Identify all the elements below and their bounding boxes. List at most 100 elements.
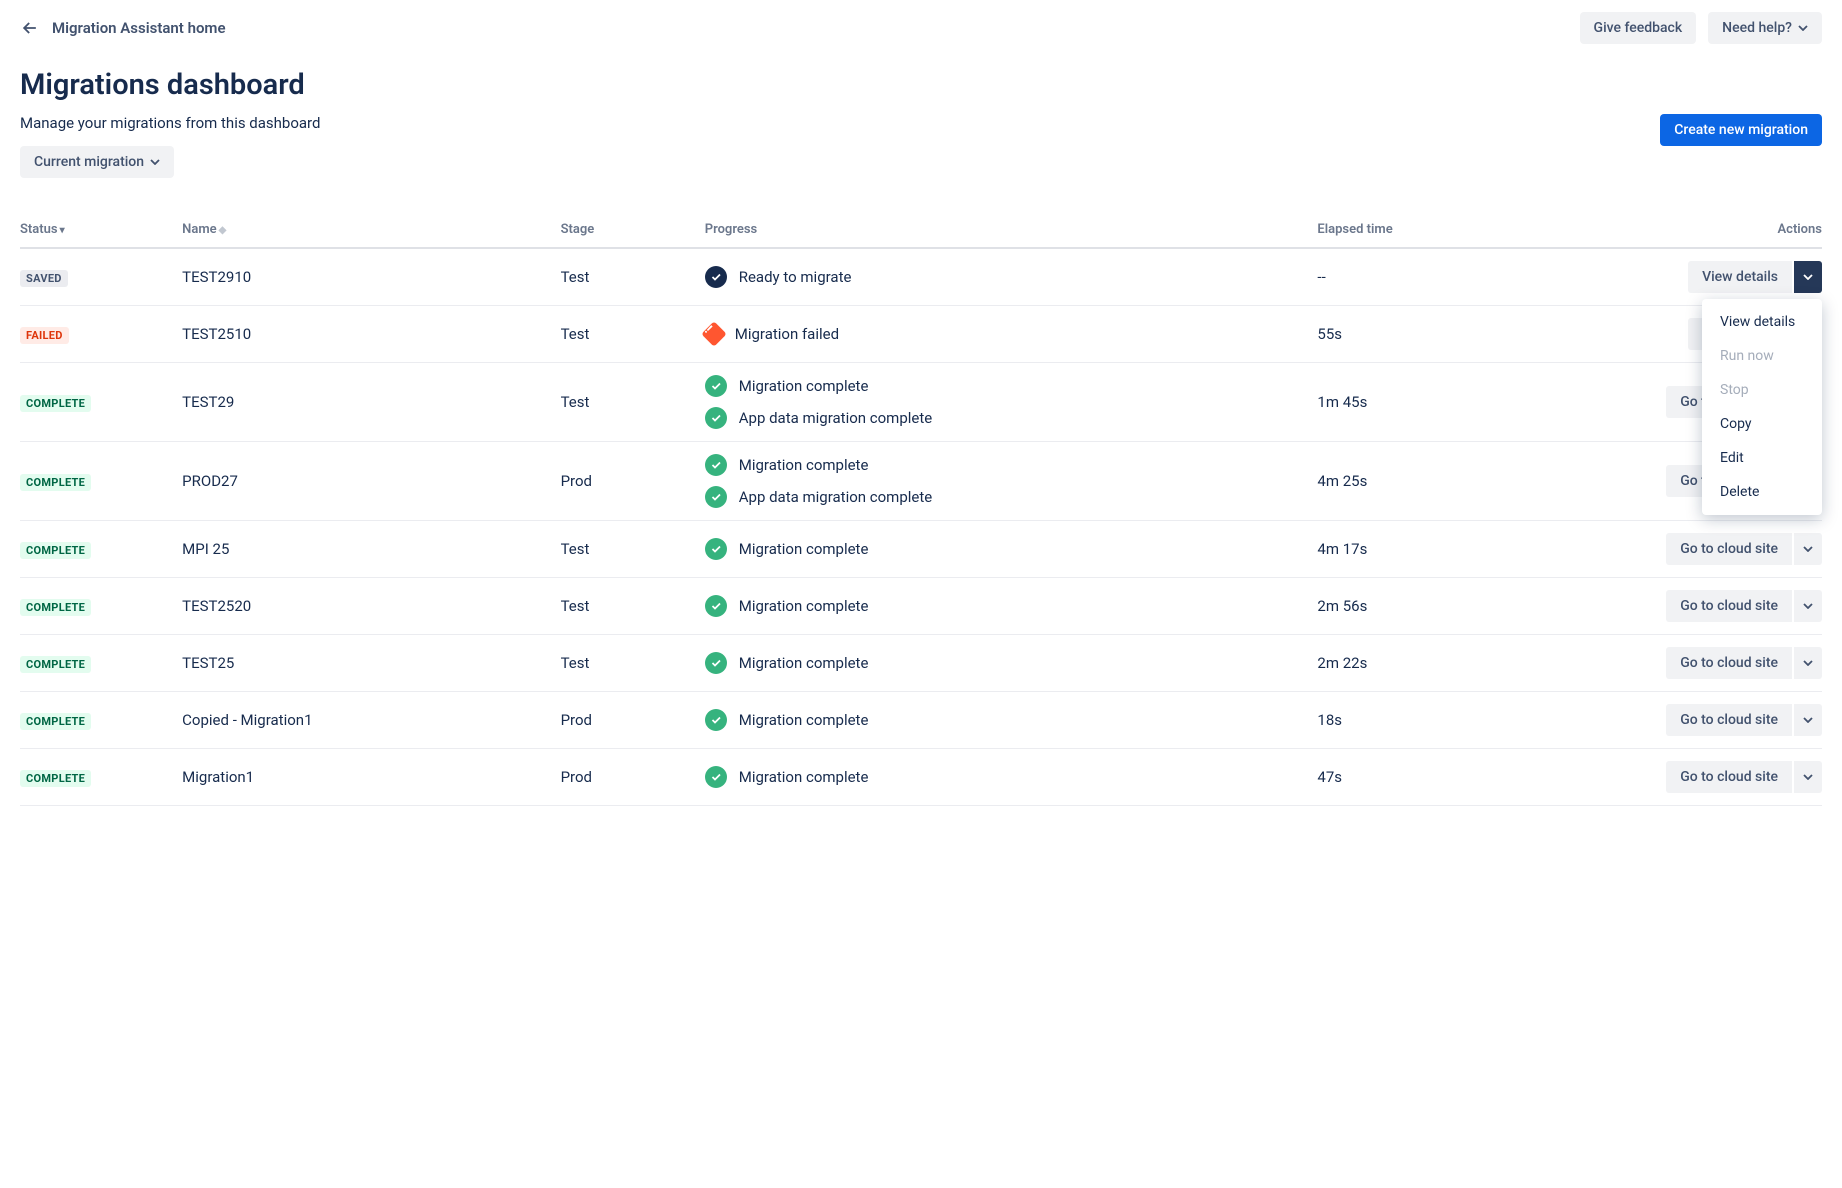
- progress-text: Migration complete: [739, 711, 869, 729]
- row-action-dropdown[interactable]: [1794, 647, 1822, 679]
- row-action-dropdown[interactable]: [1794, 261, 1822, 293]
- migration-name: TEST2910: [182, 248, 560, 306]
- row-action-dropdown[interactable]: [1794, 590, 1822, 622]
- progress-item: Migration complete: [705, 652, 1310, 674]
- migration-stage: Test: [561, 521, 705, 578]
- chevron-down-icon: [1803, 274, 1813, 280]
- progress-text: Migration complete: [739, 540, 869, 558]
- current-migration-filter[interactable]: Current migration: [20, 146, 174, 178]
- success-icon: [705, 595, 727, 617]
- elapsed-time: 55s: [1317, 306, 1551, 363]
- need-help-button[interactable]: Need help?: [1708, 12, 1822, 44]
- column-header-progress[interactable]: Progress: [705, 214, 1318, 248]
- elapsed-time: 47s: [1317, 749, 1551, 806]
- progress-item: Migration complete: [705, 709, 1310, 731]
- breadcrumb[interactable]: Migration Assistant home: [20, 18, 226, 38]
- ready-icon: [705, 266, 727, 288]
- progress-text: Migration complete: [739, 768, 869, 786]
- column-header-status[interactable]: Status▾: [20, 214, 182, 248]
- success-icon: [705, 375, 727, 397]
- actions-group: Go to cloud site: [1666, 704, 1822, 736]
- migration-name: TEST2520: [182, 578, 560, 635]
- progress-item: Migration complete: [705, 538, 1310, 560]
- row-action-button[interactable]: Go to cloud site: [1666, 590, 1792, 622]
- chevron-down-icon: [1803, 774, 1813, 780]
- migration-stage: Test: [561, 363, 705, 442]
- progress-text: App data migration complete: [739, 488, 933, 506]
- migration-name: Copied - Migration1: [182, 692, 560, 749]
- status-badge: COMPLETE: [20, 713, 91, 730]
- success-icon: [705, 766, 727, 788]
- header-actions: Give feedback Need help?: [1580, 12, 1822, 44]
- status-badge: SAVED: [20, 270, 68, 287]
- migration-stage: Prod: [561, 749, 705, 806]
- success-icon: [705, 407, 727, 429]
- progress-text: Migration complete: [739, 456, 869, 474]
- table-row: COMPLETE TEST29Test Migration complete App …: [20, 363, 1822, 442]
- row-action-dropdown[interactable]: [1794, 761, 1822, 793]
- actions-dropdown-menu: View detailsRun nowStopCopyEditDelete: [1702, 299, 1822, 515]
- dropdown-item-edit[interactable]: Edit: [1702, 441, 1822, 475]
- progress-item: Migration complete: [705, 454, 1310, 476]
- chevron-down-icon: [1803, 717, 1813, 723]
- create-new-migration-button[interactable]: Create new migration: [1660, 114, 1822, 146]
- progress-text: Migration failed: [735, 325, 839, 343]
- fail-icon: !: [701, 321, 726, 346]
- success-icon: [705, 486, 727, 508]
- table-row: COMPLETECopied - Migration1ProdMigration…: [20, 692, 1822, 749]
- migration-name: TEST25: [182, 635, 560, 692]
- column-header-actions[interactable]: Actions: [1552, 214, 1822, 248]
- column-header-elapsed[interactable]: Elapsed time: [1317, 214, 1551, 248]
- dropdown-item-delete[interactable]: Delete: [1702, 475, 1822, 509]
- actions-group: View detailsView detailsRun nowStopCopyE…: [1688, 261, 1822, 293]
- migration-name: TEST29: [182, 363, 560, 442]
- row-action-button[interactable]: Go to cloud site: [1666, 761, 1792, 793]
- status-badge: COMPLETE: [20, 542, 91, 559]
- chevron-down-icon: [1803, 603, 1813, 609]
- elapsed-time: 4m 17s: [1317, 521, 1551, 578]
- column-header-name[interactable]: Name◆: [182, 214, 560, 248]
- dropdown-item-view-details[interactable]: View details: [1702, 305, 1822, 339]
- migration-name: TEST2510: [182, 306, 560, 363]
- migrations-table: Status▾ Name◆ Stage Progress Elapsed tim…: [20, 214, 1822, 806]
- migration-stage: Test: [561, 635, 705, 692]
- breadcrumb-home[interactable]: Migration Assistant home: [52, 19, 226, 37]
- progress-item: Migration complete: [705, 595, 1310, 617]
- progress-item: App data migration complete: [705, 486, 1310, 508]
- progress-item: Migration complete: [705, 375, 1310, 397]
- migration-stage: Test: [561, 306, 705, 363]
- actions-group: Go to cloud site: [1666, 647, 1822, 679]
- migration-stage: Prod: [561, 442, 705, 521]
- chevron-down-icon: [150, 159, 160, 165]
- migration-name: PROD27: [182, 442, 560, 521]
- status-badge: COMPLETE: [20, 474, 91, 491]
- elapsed-time: 2m 22s: [1317, 635, 1551, 692]
- row-action-button[interactable]: View details: [1688, 261, 1792, 293]
- row-action-dropdown[interactable]: [1794, 704, 1822, 736]
- migration-name: Migration1: [182, 749, 560, 806]
- row-action-dropdown[interactable]: [1794, 533, 1822, 565]
- migration-name: MPI 25: [182, 521, 560, 578]
- header-row: Migration Assistant home Give feedback N…: [20, 12, 1822, 44]
- give-feedback-button[interactable]: Give feedback: [1580, 12, 1697, 44]
- success-icon: [705, 709, 727, 731]
- success-icon: [705, 652, 727, 674]
- progress-text: Migration complete: [739, 377, 869, 395]
- status-badge: COMPLETE: [20, 395, 91, 412]
- progress-text: Migration complete: [739, 597, 869, 615]
- dropdown-item-copy[interactable]: Copy: [1702, 407, 1822, 441]
- progress-text: App data migration complete: [739, 409, 933, 427]
- chevron-down-icon: [1798, 25, 1808, 31]
- progress-item: Ready to migrate: [705, 266, 1310, 288]
- sort-indicator-icon: ▾: [60, 225, 65, 236]
- success-icon: [705, 538, 727, 560]
- row-action-button[interactable]: Go to cloud site: [1666, 704, 1792, 736]
- title-row: Manage your migrations from this dashboa…: [20, 114, 1822, 202]
- dropdown-item-run-now: Run now: [1702, 339, 1822, 373]
- row-action-button[interactable]: Go to cloud site: [1666, 647, 1792, 679]
- row-action-button[interactable]: Go to cloud site: [1666, 533, 1792, 565]
- column-header-stage[interactable]: Stage: [561, 214, 705, 248]
- table-row: COMPLETETEST25TestMigration complete2m 2…: [20, 635, 1822, 692]
- back-arrow-icon[interactable]: [20, 18, 40, 38]
- filter-label: Current migration: [34, 154, 144, 170]
